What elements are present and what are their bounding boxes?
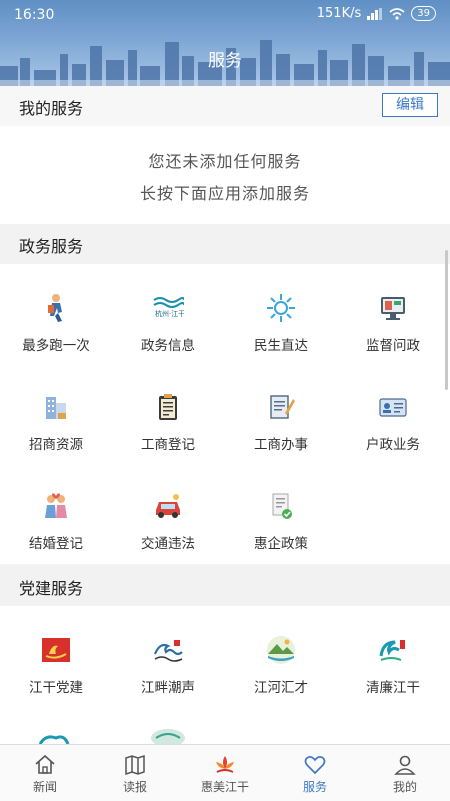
tab-huimei-jianggan[interactable]: 惠美江干 — [180, 745, 270, 801]
service-label: 监督问政 — [366, 338, 420, 354]
gov-services-grid: 最多跑一次 杭州·江干 政务信息 民生直达 监督问政 招商资源 工商登记 工商办… — [0, 264, 450, 564]
service-item-zhaoshangziyuan[interactable]: 招商资源 — [0, 377, 112, 469]
my-services-title: 我的服务 — [19, 99, 84, 118]
service-item-jiangandangjian[interactable]: 江干党建 — [0, 620, 112, 712]
edit-button[interactable]: 编辑 — [382, 93, 438, 117]
person-icon — [394, 755, 416, 775]
service-label: 工商登记 — [141, 437, 195, 453]
service-label: 江干党建 — [29, 680, 83, 696]
wifi-icon — [389, 7, 405, 20]
tab-mine[interactable]: 我的 — [360, 745, 450, 801]
empty-hint-line2: 长按下面应用添加服务 — [139, 184, 310, 203]
landscape-icon — [267, 636, 295, 664]
my-services-header: 我的服务 编辑 — [0, 86, 450, 126]
empty-hint-line1: 您还未添加任何服务 — [148, 152, 302, 171]
service-label: 民生直达 — [254, 338, 308, 354]
page-title: 服务 — [208, 51, 242, 71]
service-label: 交通违法 — [141, 536, 195, 552]
monitor-icon — [381, 297, 405, 320]
battery-indicator: 39 — [411, 6, 436, 21]
status-time: 16:30 — [14, 7, 55, 23]
service-item-jiaotongweifa[interactable]: 交通违法 — [112, 476, 224, 568]
gov-services-title: 政务服务 — [19, 237, 84, 256]
service-item-jianghehuicai[interactable]: 江河汇才 — [225, 620, 337, 712]
tab-label: 服务 — [302, 780, 327, 794]
lotus-logo-icon — [216, 756, 234, 773]
hangzhou-jianggan-logo-icon: 杭州·江干 — [153, 297, 184, 318]
heart-icon — [304, 756, 326, 775]
car-icon — [156, 494, 180, 518]
service-label: 招商资源 — [29, 437, 83, 453]
header-banner: 16:30 151K/s 39 服务 — [0, 0, 450, 86]
tab-label: 我的 — [392, 780, 417, 794]
signal-icon — [367, 7, 383, 20]
party-flag-icon — [42, 638, 70, 662]
service-item-huiqizhengce[interactable]: 惠企政策 — [225, 476, 337, 568]
svg-text:杭州·江干: 杭州·江干 — [155, 309, 184, 318]
tab-news[interactable]: 新闻 — [0, 745, 90, 801]
service-label: 户政业务 — [366, 437, 420, 453]
wave-seal-icon — [379, 640, 405, 661]
document-pen-icon — [270, 395, 295, 419]
service-item-huzhengyewu[interactable]: 户政业务 — [337, 377, 449, 469]
service-item-qinglianjianggan[interactable]: 清廉江干 — [337, 620, 449, 712]
service-label: 清廉江干 — [366, 680, 420, 696]
tide-wave-icon — [153, 640, 183, 662]
tab-label: 新闻 — [32, 780, 57, 794]
service-item-minshengzhida[interactable]: 民生直达 — [225, 278, 337, 370]
gov-services-header: 政务服务 — [0, 224, 450, 264]
service-item-zhengwuxinxi[interactable]: 杭州·江干 政务信息 — [112, 278, 224, 370]
id-card-icon — [379, 398, 407, 417]
service-label: 江河汇才 — [254, 680, 308, 696]
service-item-jiangpanchaosheng[interactable]: 江畔潮声 — [112, 620, 224, 712]
buildings-icon — [46, 397, 66, 419]
service-label: 政务信息 — [141, 338, 195, 354]
service-item-jiehundengji[interactable]: 结婚登记 — [0, 476, 112, 568]
my-services-empty: 您还未添加任何服务 长按下面应用添加服务 — [0, 126, 450, 224]
scrollbar[interactable] — [445, 250, 448, 390]
tab-read-paper[interactable]: 读报 — [90, 745, 180, 801]
service-item-gongshangbanshi[interactable]: 工商办事 — [225, 377, 337, 469]
service-item-jianduwenzheng[interactable]: 监督问政 — [337, 278, 449, 370]
party-services-header: 党建服务 — [0, 566, 450, 606]
status-bar: 16:30 151K/s 39 — [0, 0, 450, 30]
party-services-title: 党建服务 — [19, 579, 84, 598]
party-services-grid: 江干党建 江畔潮声 江河汇才 清廉江干 — [0, 606, 450, 744]
service-label: 结婚登记 — [29, 536, 83, 552]
tab-service[interactable]: 服务 — [270, 745, 360, 801]
map-book-icon — [125, 754, 145, 776]
service-item-zuiduopaoyici[interactable]: 最多跑一次 — [0, 278, 112, 370]
partial-service-icon — [38, 735, 70, 744]
service-item-gongshangdengji[interactable]: 工商登记 — [112, 377, 224, 469]
home-icon — [35, 754, 55, 774]
bottom-tab-bar: 新闻 读报 惠美江干 服务 我的 — [0, 744, 450, 801]
network-speed: 151K/s — [316, 6, 362, 21]
clipboard-icon — [159, 394, 177, 420]
service-label: 惠企政策 — [254, 536, 308, 552]
partial-service-icon — [151, 729, 185, 744]
tab-label: 惠美江干 — [200, 780, 249, 794]
service-label: 江畔潮声 — [141, 680, 195, 696]
tab-label: 读报 — [122, 780, 147, 794]
sun-burst-icon — [267, 294, 295, 322]
policy-doc-icon — [272, 493, 292, 519]
runner-icon — [48, 294, 62, 322]
couple-icon — [45, 493, 67, 518]
service-label: 最多跑一次 — [22, 338, 90, 354]
service-label: 工商办事 — [254, 437, 308, 453]
